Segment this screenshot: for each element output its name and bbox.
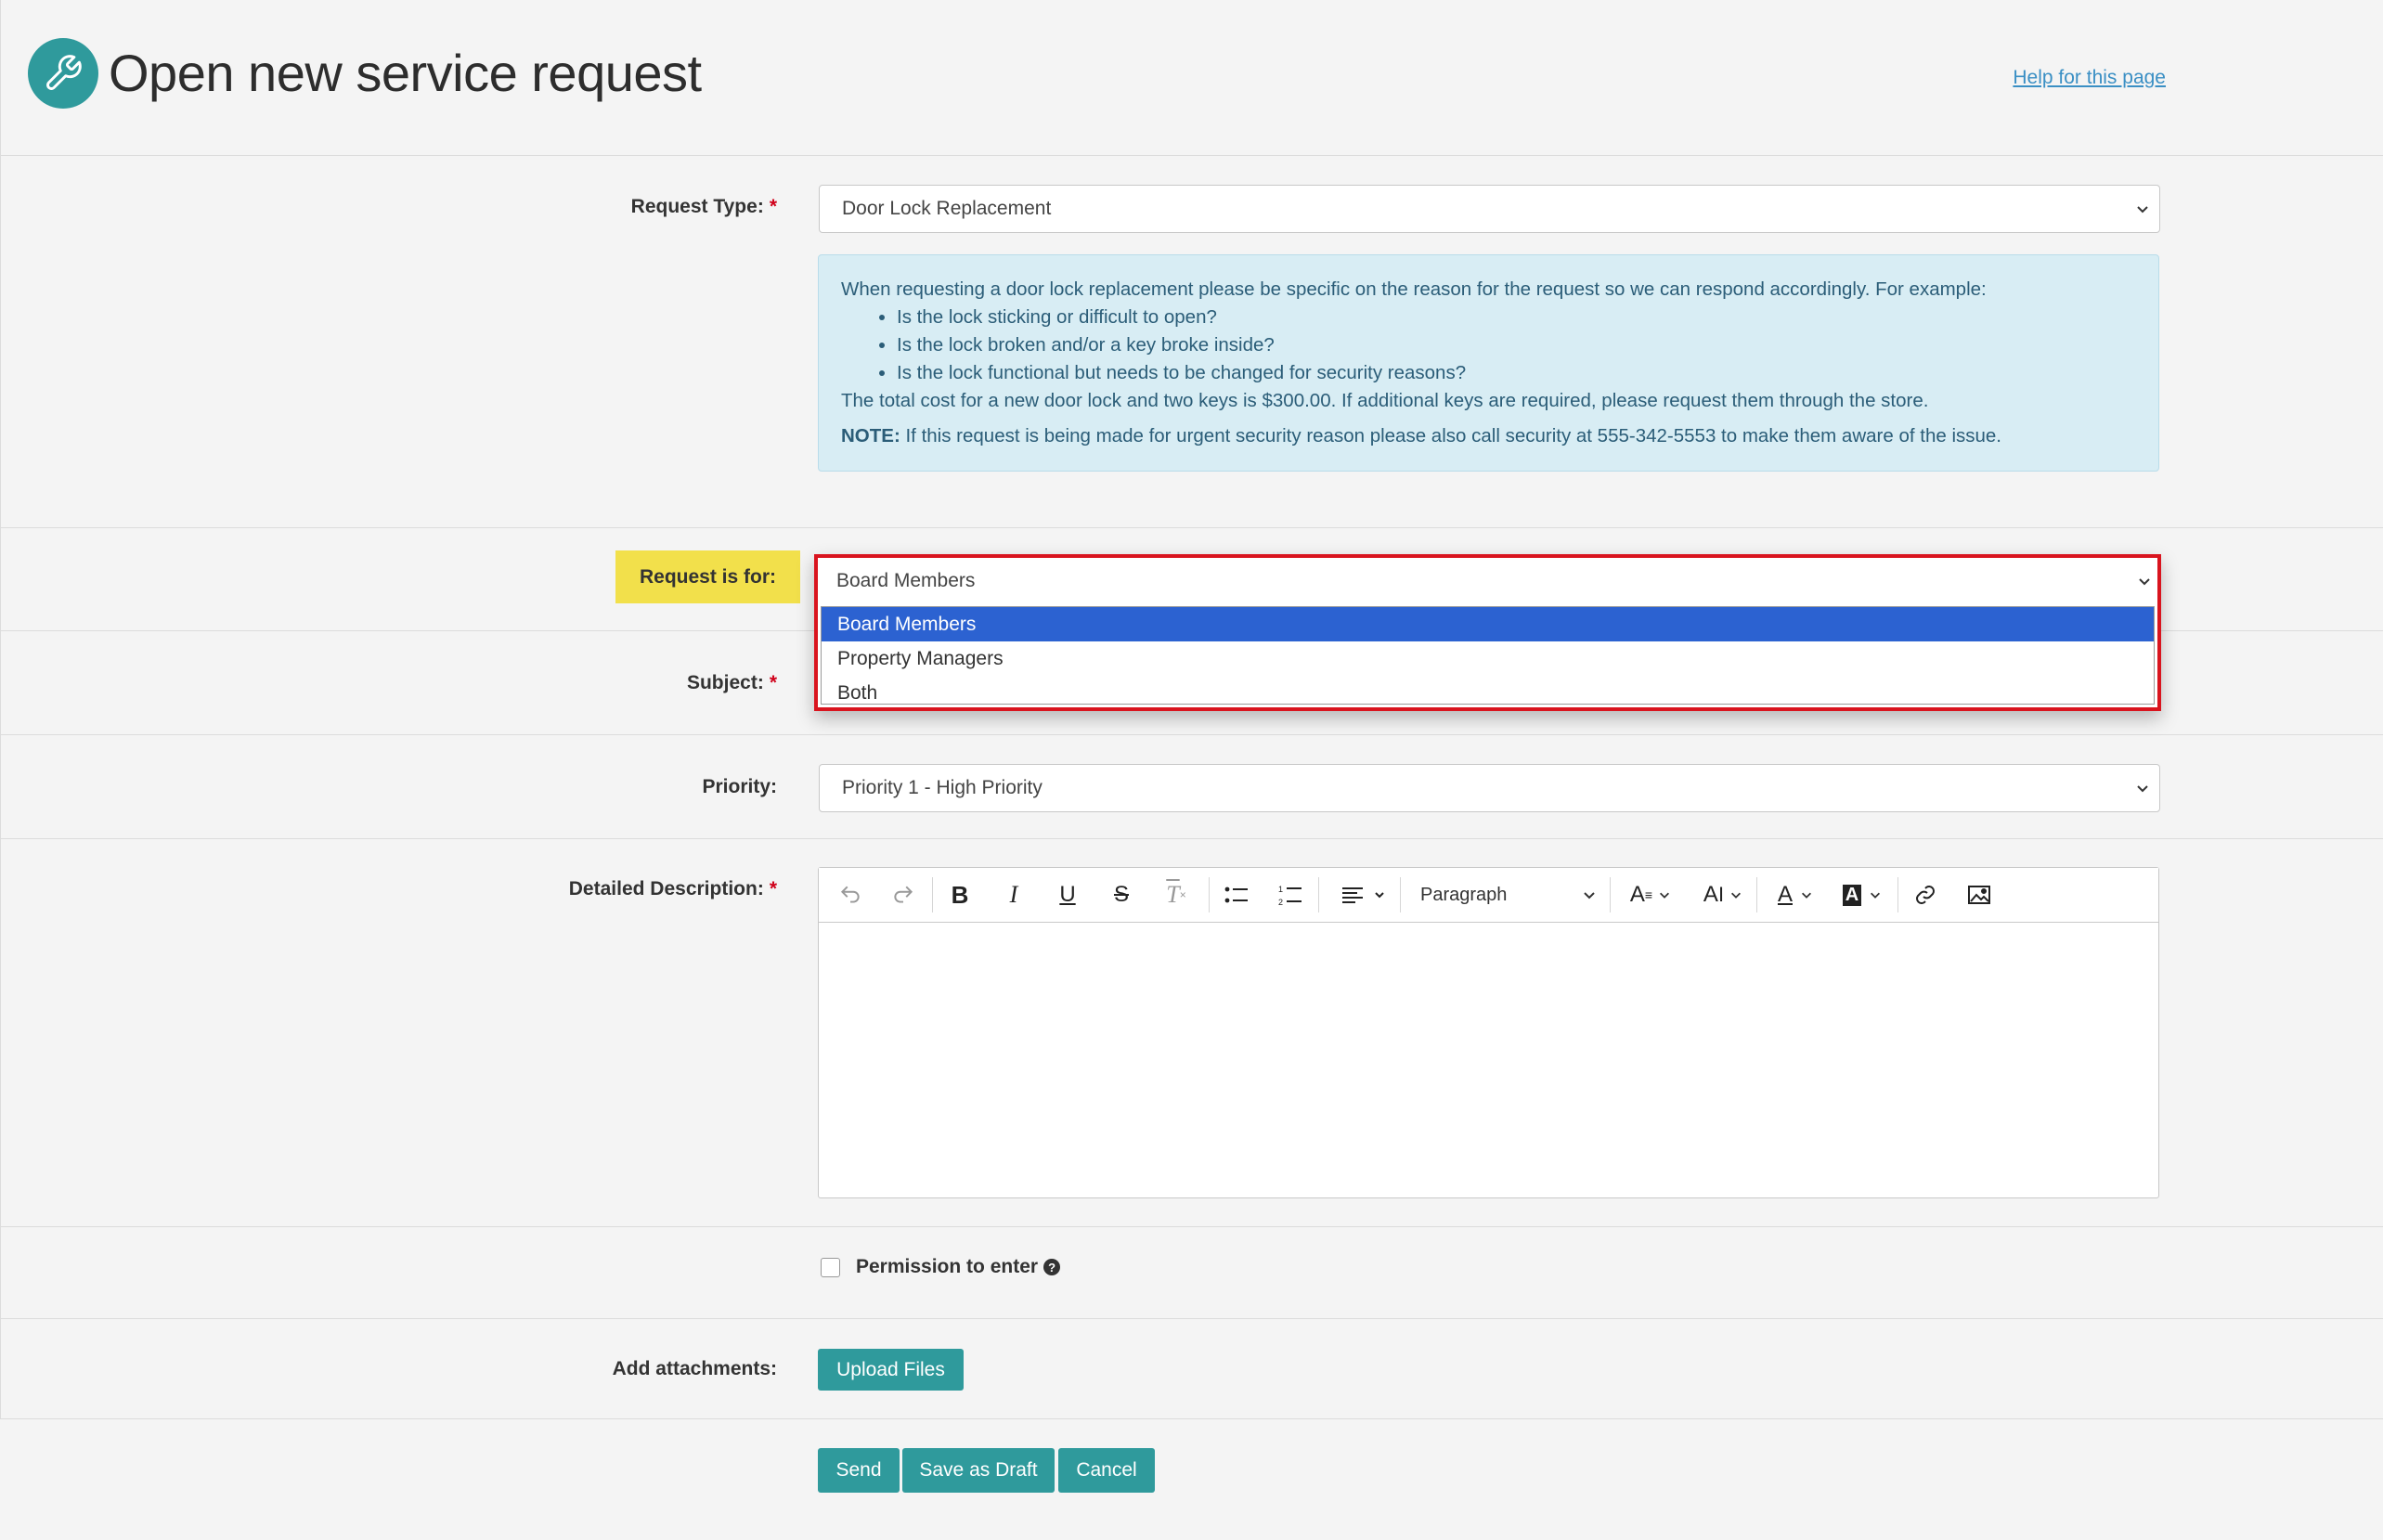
attachments-row: Add attachments: bbox=[0, 1319, 2383, 1419]
chevron-down-icon bbox=[2137, 206, 2148, 214]
paragraph-style-value: Paragraph bbox=[1420, 884, 1508, 905]
request-for-label: Request is for: bbox=[615, 550, 800, 603]
info-cost: The total cost for a new door lock and t… bbox=[841, 390, 1929, 411]
underline-icon[interactable]: U bbox=[1053, 880, 1082, 910]
info-bullet-list: Is the lock sticking or difficult to ope… bbox=[841, 304, 2136, 387]
clear-format-icon[interactable]: T × bbox=[1161, 880, 1191, 910]
wrench-icon bbox=[28, 38, 98, 109]
svg-text:2: 2 bbox=[1278, 898, 1283, 907]
option-both[interactable]: Both bbox=[822, 676, 2154, 710]
send-button[interactable]: Send bbox=[818, 1448, 900, 1493]
info-note: NOTE: If this request is being made for … bbox=[841, 422, 2136, 450]
option-board-members[interactable]: Board Members bbox=[822, 607, 2154, 641]
info-intro: When requesting a door lock replacement … bbox=[841, 278, 1987, 300]
align-icon[interactable] bbox=[1339, 880, 1391, 910]
svg-text:1: 1 bbox=[1278, 885, 1283, 894]
chevron-down-icon bbox=[2139, 578, 2150, 586]
priority-label: Priority: bbox=[702, 776, 777, 797]
request-type-label: Request Type: * bbox=[631, 196, 777, 218]
strikethrough-icon[interactable]: S bbox=[1107, 880, 1136, 910]
redo-icon[interactable] bbox=[888, 880, 918, 910]
required-marker: * bbox=[769, 672, 777, 693]
permission-checkbox[interactable] bbox=[821, 1258, 840, 1277]
note-text: If this request is being made for urgent… bbox=[900, 425, 2001, 446]
bullet-list-icon[interactable] bbox=[1222, 880, 1251, 910]
link-icon[interactable] bbox=[1910, 880, 1940, 910]
editor-toolbar: B I U S T × 12 Paragraph A ≡ AI A A bbox=[819, 868, 2158, 923]
cancel-button[interactable]: Cancel bbox=[1058, 1448, 1155, 1493]
italic-icon[interactable]: I bbox=[999, 880, 1029, 910]
request-type-select[interactable]: Door Lock Replacement bbox=[819, 185, 2160, 233]
subject-label-text: Subject: bbox=[686, 672, 764, 693]
info-bullet: Is the lock sticking or difficult to ope… bbox=[897, 304, 2136, 331]
save-draft-button[interactable]: Save as Draft bbox=[902, 1448, 1055, 1493]
required-marker: * bbox=[769, 196, 777, 217]
priority-select[interactable]: Priority 1 - High Priority bbox=[819, 764, 2160, 812]
option-property-managers[interactable]: Property Managers bbox=[822, 641, 2154, 676]
request-for-value: Board Members bbox=[836, 570, 976, 591]
request-type-label-text: Request Type: bbox=[630, 196, 764, 217]
help-link[interactable]: Help for this page bbox=[2013, 67, 2166, 89]
chevron-down-icon bbox=[2137, 785, 2148, 793]
subject-label: Subject: * bbox=[687, 672, 777, 694]
chevron-down-icon bbox=[1584, 892, 1595, 899]
request-for-select[interactable]: Board Members Board Members Property Man… bbox=[814, 554, 2161, 711]
attachments-label: Add attachments: bbox=[612, 1358, 777, 1379]
request-info-box: When requesting a door lock replacement … bbox=[818, 254, 2159, 472]
rich-text-editor[interactable]: B I U S T × 12 Paragraph A ≡ AI A A bbox=[818, 867, 2159, 1198]
description-label: Detailed Description: * bbox=[569, 878, 777, 900]
permission-label-text: Permission to enter bbox=[856, 1256, 1039, 1277]
request-for-current[interactable]: Board Members bbox=[818, 558, 2157, 604]
permission-row bbox=[0, 1227, 2383, 1319]
priority-row: Priority: Priority 1 - High Priority bbox=[0, 735, 2383, 839]
info-bullet: Is the lock functional but needs to be c… bbox=[897, 359, 2136, 387]
line-height-icon[interactable]: AI bbox=[1695, 880, 1751, 910]
undo-icon[interactable] bbox=[835, 880, 865, 910]
page-header: Open new service request Help for this p… bbox=[0, 0, 2383, 156]
request-type-value: Door Lock Replacement bbox=[842, 198, 1052, 219]
font-color-icon[interactable]: A bbox=[1769, 880, 1821, 910]
request-for-options: Board Members Property Managers Both bbox=[821, 606, 2155, 705]
required-marker: * bbox=[769, 878, 777, 899]
numbered-list-icon[interactable]: 12 bbox=[1276, 880, 1305, 910]
priority-value: Priority 1 - High Priority bbox=[842, 777, 1043, 798]
highlight-color-icon[interactable]: A bbox=[1836, 880, 1888, 910]
permission-label: Permission to enter ? bbox=[856, 1256, 1061, 1278]
description-label-text: Detailed Description: bbox=[568, 878, 764, 899]
note-label: NOTE: bbox=[841, 425, 900, 446]
bold-icon[interactable]: B bbox=[945, 880, 975, 910]
font-size-icon[interactable]: A ≡ bbox=[1623, 880, 1678, 910]
image-icon[interactable] bbox=[1964, 880, 1994, 910]
question-circle-icon[interactable]: ? bbox=[1043, 1259, 1061, 1275]
upload-files-button[interactable]: Upload Files bbox=[818, 1349, 964, 1391]
info-bullet: Is the lock broken and/or a key broke in… bbox=[897, 331, 2136, 359]
paragraph-style-select[interactable]: Paragraph bbox=[1420, 880, 1597, 910]
page-title: Open new service request bbox=[109, 44, 702, 102]
